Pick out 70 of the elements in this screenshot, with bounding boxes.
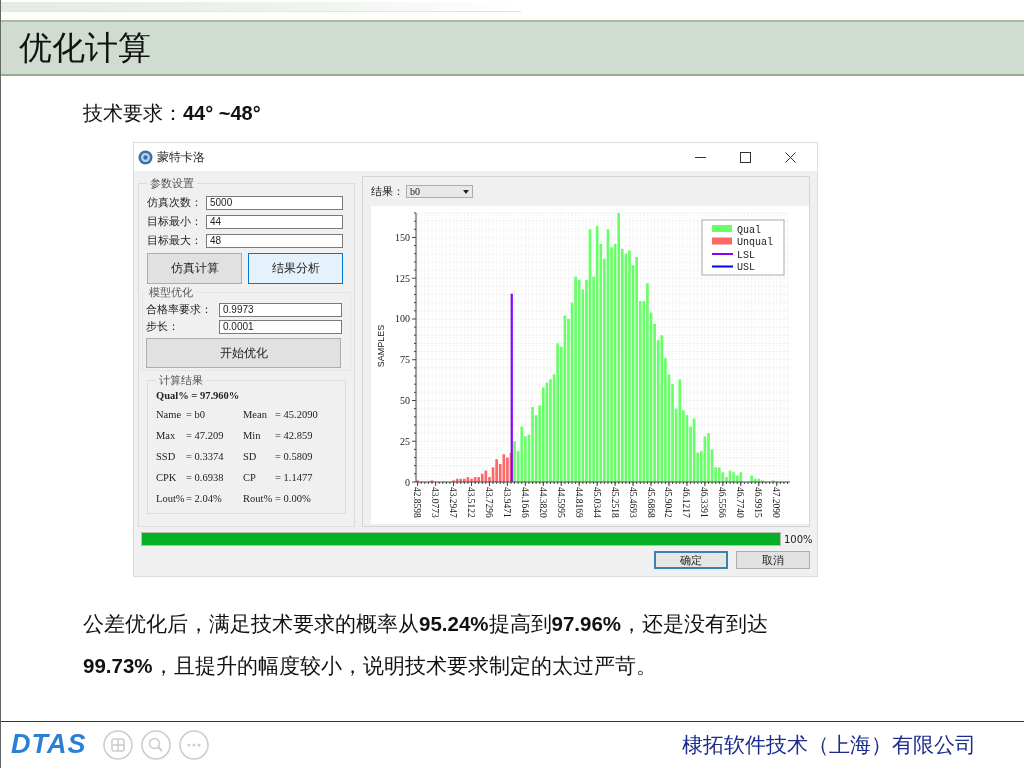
stat-label: SD bbox=[243, 451, 258, 462]
axis-tick-label: 45.9042 bbox=[663, 487, 674, 518]
axis-tick-label: 46.9915 bbox=[753, 487, 764, 518]
stat-value: = b0 bbox=[186, 409, 207, 420]
stat-label: CPK bbox=[156, 472, 178, 483]
axis-tick-label: 44.3820 bbox=[537, 487, 548, 518]
progress-text: 100% bbox=[784, 533, 813, 545]
company-name: 棣拓软件技术（上海）有限公司 bbox=[682, 731, 976, 759]
axis-tick-label: 50 bbox=[400, 395, 410, 406]
stat-label: Lout% bbox=[156, 493, 186, 504]
field-label: 步长： bbox=[146, 319, 180, 334]
axis-tick-label: 46.3391 bbox=[699, 487, 710, 518]
stat-label: Min bbox=[243, 430, 262, 441]
company-logo: DTAS bbox=[11, 729, 87, 760]
axis-tick-label: 45.0344 bbox=[591, 487, 602, 518]
axis-tick-label: 45.4693 bbox=[627, 487, 638, 518]
axis-tick-label: 43.5122 bbox=[466, 487, 476, 518]
stat-value: = 47.209 bbox=[186, 430, 225, 441]
axis-tick-label: 46.5566 bbox=[717, 487, 728, 518]
stat-value: = 42.859 bbox=[275, 430, 314, 441]
stat-value: = 2.04% bbox=[186, 493, 223, 504]
axis-tick-label: 42.8598 bbox=[412, 487, 423, 518]
stat-label: Rout% bbox=[243, 493, 274, 504]
legend-label: Unqual bbox=[737, 237, 773, 248]
axis-tick-label: 45.2518 bbox=[609, 487, 620, 518]
field-label: 目标最大： bbox=[147, 233, 203, 248]
axis-tick-label: 43.7296 bbox=[483, 487, 494, 518]
axis-tick-label: 44.1646 bbox=[519, 487, 530, 518]
group-title: 计算结果 bbox=[158, 373, 204, 388]
axis-tick-label: 43.0773 bbox=[430, 487, 441, 518]
window-title: 蒙特卡洛 bbox=[157, 148, 205, 166]
axis-tick-label: 100 bbox=[395, 313, 410, 325]
result-text: Qual% = 97.960% bbox=[156, 390, 241, 401]
axis-tick-label: 75 bbox=[400, 354, 410, 366]
stat-value: = 0.3374 bbox=[186, 451, 225, 462]
legend-label: LSL bbox=[737, 249, 755, 261]
legend-label: Qual bbox=[737, 224, 761, 236]
stat-value: = 0.6938 bbox=[186, 472, 225, 483]
axis-tick-label: 150 bbox=[395, 231, 410, 243]
field-label: 合格率要求： bbox=[146, 302, 213, 317]
axis-tick-label: 125 bbox=[395, 272, 410, 284]
axis-tick-label: 46.1217 bbox=[681, 487, 692, 518]
axis-tick-label: 46.7740 bbox=[735, 487, 746, 518]
stat-value: = 45.2090 bbox=[275, 409, 319, 420]
stat-label: Mean bbox=[243, 409, 268, 420]
axis-tick-label: 44.5995 bbox=[555, 487, 566, 518]
summary-paragraph: 公差优化后，满足技术要求的概率从95.24%提高到97.96%，还是没有到达99.73%，且提升的幅度较小，说明技术要求制定的太过严苛。 bbox=[83, 611, 770, 679]
stat-value: = 1.1477 bbox=[275, 472, 314, 483]
stat-value: = 0.00% bbox=[275, 493, 312, 504]
field-label: 仿真次数： bbox=[147, 195, 203, 210]
stat-label: CP bbox=[243, 472, 257, 483]
stat-label: Max bbox=[156, 430, 177, 441]
field-label: 结果： bbox=[371, 184, 404, 199]
requirement-text: 技术要求：44° ~48° bbox=[83, 101, 262, 126]
stat-label: Name bbox=[156, 409, 183, 420]
axis-tick-label: 25 bbox=[400, 435, 410, 447]
axis-tick-label: 0 bbox=[405, 476, 410, 488]
axis-title: SAMPLES bbox=[376, 324, 386, 368]
group-title: 模型优化 bbox=[148, 285, 194, 300]
group-title: 参数设置 bbox=[149, 176, 195, 191]
axis-tick-label: 47.2090 bbox=[771, 487, 782, 518]
stat-value: = 0.5809 bbox=[275, 451, 314, 462]
axis-tick-label: 44.8169 bbox=[573, 487, 584, 518]
legend-label: USL bbox=[737, 262, 755, 273]
axis-tick-label: 43.2947 bbox=[448, 487, 459, 518]
slide-title: 优化计算 bbox=[19, 26, 151, 69]
axis-tick-label: 43.9471 bbox=[501, 487, 512, 518]
field-label: 目标最小： bbox=[147, 214, 203, 229]
stat-label: SSD bbox=[156, 451, 177, 462]
axis-tick-label: 45.6868 bbox=[645, 487, 656, 518]
